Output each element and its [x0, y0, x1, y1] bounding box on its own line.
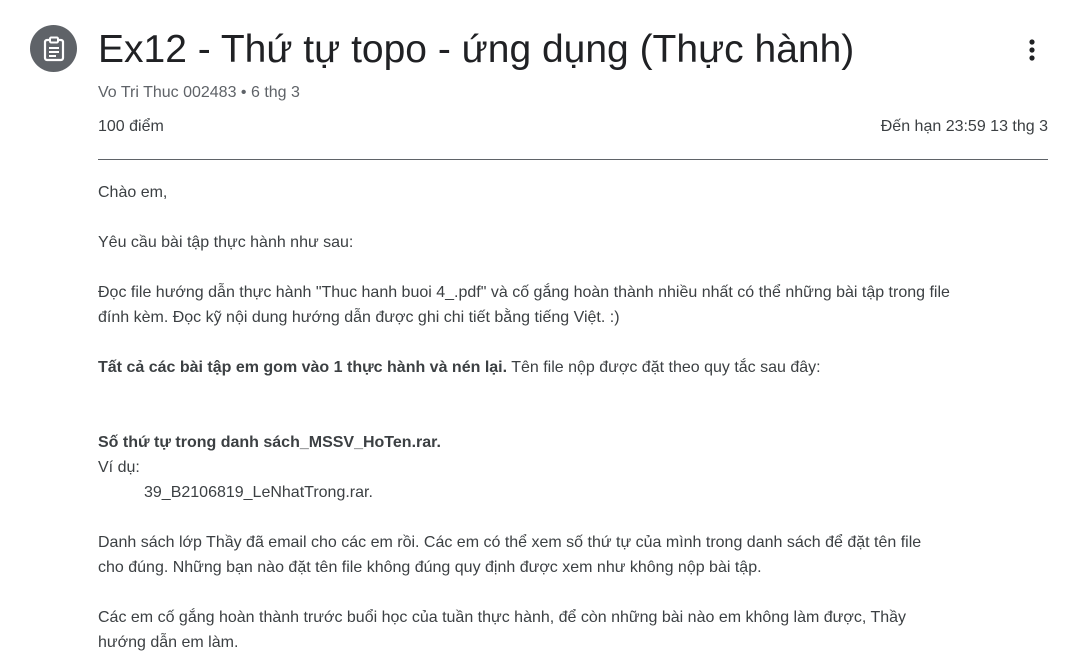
page-title: Ex12 - Thứ tự topo - ứng dụng (Thực hành… [98, 28, 855, 71]
assignment-icon [30, 25, 77, 72]
due-date-label: Đến hạn 23:59 13 thg 3 [880, 118, 1048, 135]
points-label: 100 điểm [98, 118, 164, 135]
instructions-line-2: đính kèm. Đọc kỹ nội dung hướng dẫn được… [98, 309, 620, 326]
instructions-line-1: Đọc file hướng dẫn thực hành "Thuc hanh … [98, 284, 950, 301]
submission-rule-rest: Tên file nộp được đặt theo quy tắc sau đ… [507, 359, 821, 376]
class-list-line-1: Danh sách lớp Thầy đã email cho các em r… [98, 534, 922, 551]
example-file-name: 39_B2106819_LeNhatTrong.rar. [144, 484, 373, 501]
file-name-rule: Số thứ tự trong danh sách_MSSV_HoTen.rar… [98, 434, 441, 451]
assignment-instructions: Chào em, Yêu cầu bài tập thực hành như s… [98, 180, 1053, 655]
example-label: Ví dụ: [98, 459, 140, 476]
post-date: 6 thg 3 [250, 84, 300, 101]
header-divider [98, 159, 1048, 160]
submission-rule-bold: Tất cả các bài tập em gom vào 1 thực hàn… [98, 359, 508, 376]
greeting-text: Chào em, [98, 184, 168, 201]
deadline-note-line-2: hướng dẫn em làm. [98, 634, 239, 651]
assignment-page: Ex12 - Thứ tự topo - ứng dụng (Thực hành… [0, 0, 1070, 655]
more-vert-icon [1029, 39, 1035, 61]
meta-separator: • [240, 84, 247, 101]
submission-rule-paragraph: Tất cả các bài tập em gom vào 1 thực hàn… [98, 355, 1053, 380]
more-options-button[interactable] [1014, 32, 1050, 68]
request-text: Yêu cầu bài tập thực hành như sau: [98, 234, 354, 251]
deadline-note-line-1: Các em cố gắng hoàn thành trước buổi học… [98, 609, 907, 626]
post-meta: Vo Tri Thuc 002483 • 6 thg 3 [98, 83, 300, 103]
author-name: Vo Tri Thuc 002483 [98, 84, 237, 101]
class-list-line-2: cho đúng. Những bạn nào đặt tên file khô… [98, 559, 762, 576]
